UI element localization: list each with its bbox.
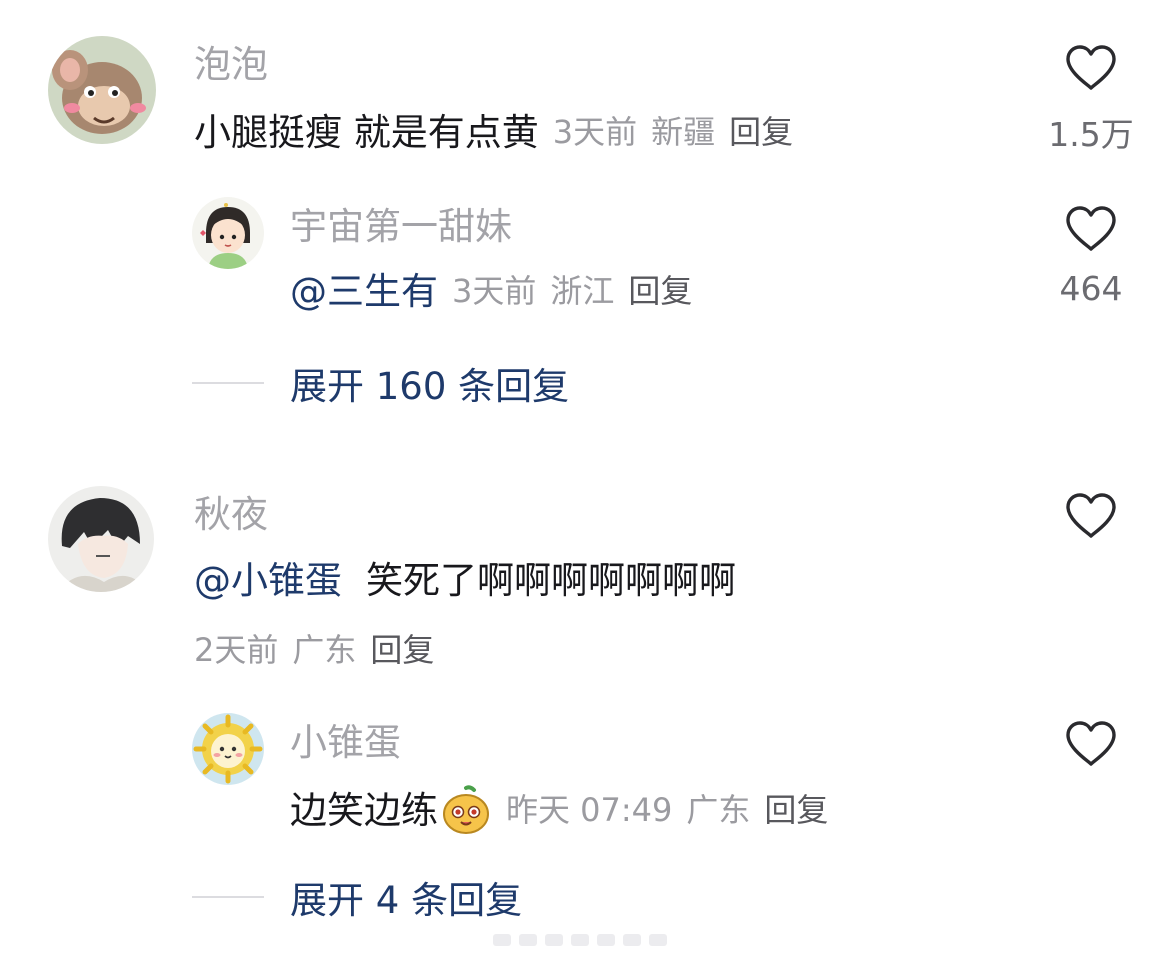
avatar[interactable]: [48, 36, 156, 144]
like-button[interactable]: [1046, 720, 1136, 768]
expand-replies-button[interactable]: 展开 4 条回复: [192, 870, 522, 924]
like-count: 464: [1059, 269, 1123, 308]
comment-body: @小锥蛋 笑死了啊啊啊啊啊啊啊: [194, 560, 736, 600]
comment-username[interactable]: 秋夜: [194, 496, 268, 533]
expand-replies-label: 展开 160 条回复: [290, 365, 570, 408]
mention-link[interactable]: @三生有: [290, 273, 438, 310]
expand-replies-button[interactable]: 展开 160 条回复: [192, 356, 569, 410]
reply-button[interactable]: 回复: [370, 634, 434, 666]
heart-icon: [1066, 721, 1116, 766]
anime-boy-avatar-icon: [48, 486, 154, 592]
sun-avatar-icon: [192, 713, 264, 785]
mention-link[interactable]: @小锥蛋: [194, 562, 342, 599]
like-button[interactable]: [1046, 492, 1136, 540]
smiling-blob-emoji-icon: [440, 784, 492, 836]
divider: [192, 896, 264, 898]
scroll-indicator: [493, 934, 667, 946]
reply-location: 广东: [686, 791, 751, 829]
reply-time: 昨天 07:49: [506, 791, 673, 829]
reply-username[interactable]: 宇宙第一甜妹: [290, 208, 512, 245]
comment-location: 广东: [292, 631, 357, 669]
reply-button[interactable]: 回复: [764, 794, 828, 826]
like-button[interactable]: 464: [1046, 205, 1136, 308]
reply-button[interactable]: 回复: [729, 116, 793, 148]
reply-text: 边笑边练: [290, 788, 438, 832]
heart-icon: [1066, 493, 1116, 538]
reply-location: 浙江: [550, 272, 615, 310]
expand-replies-label: 展开 4 条回复: [290, 879, 523, 922]
comment-location: 新疆: [651, 113, 716, 151]
comment-meta: 2天前 广东 回复: [194, 630, 434, 670]
comment-username[interactable]: 泡泡: [194, 46, 268, 83]
cartoon-mouse-avatar-icon: [48, 36, 156, 144]
comment-time: 2天前: [194, 631, 279, 669]
avatar[interactable]: [192, 197, 264, 269]
like-button[interactable]: 1.5万: [1046, 44, 1136, 156]
avatar[interactable]: [192, 713, 264, 785]
like-count: 1.5万: [1048, 115, 1134, 154]
reply-button[interactable]: 回复: [628, 275, 692, 307]
comment-body: 小腿挺瘦 就是有点黄 3天前 新疆 回复: [194, 112, 793, 152]
comment-text: 笑死了啊啊啊啊啊啊啊: [366, 558, 736, 602]
cartoon-girl-avatar-icon: [192, 197, 264, 269]
reply-body: @三生有 3天前 浙江 回复: [290, 271, 692, 311]
comment-time: 3天前: [552, 113, 638, 151]
reply-time: 3天前: [452, 272, 537, 310]
divider: [192, 382, 264, 384]
avatar[interactable]: [48, 486, 154, 592]
comment-text: 小腿挺瘦 就是有点黄: [194, 110, 539, 154]
reply-username[interactable]: 小锥蛋: [290, 724, 401, 761]
comment-list: 泡泡 小腿挺瘦 就是有点黄 3天前 新疆 回复 1.5万 宇宙第一甜妹 @三生有…: [0, 0, 1170, 964]
reply-body: 边笑边练 昨天 07:49 广东 回复: [290, 784, 828, 836]
heart-icon: [1066, 45, 1116, 90]
heart-icon: [1066, 206, 1116, 251]
